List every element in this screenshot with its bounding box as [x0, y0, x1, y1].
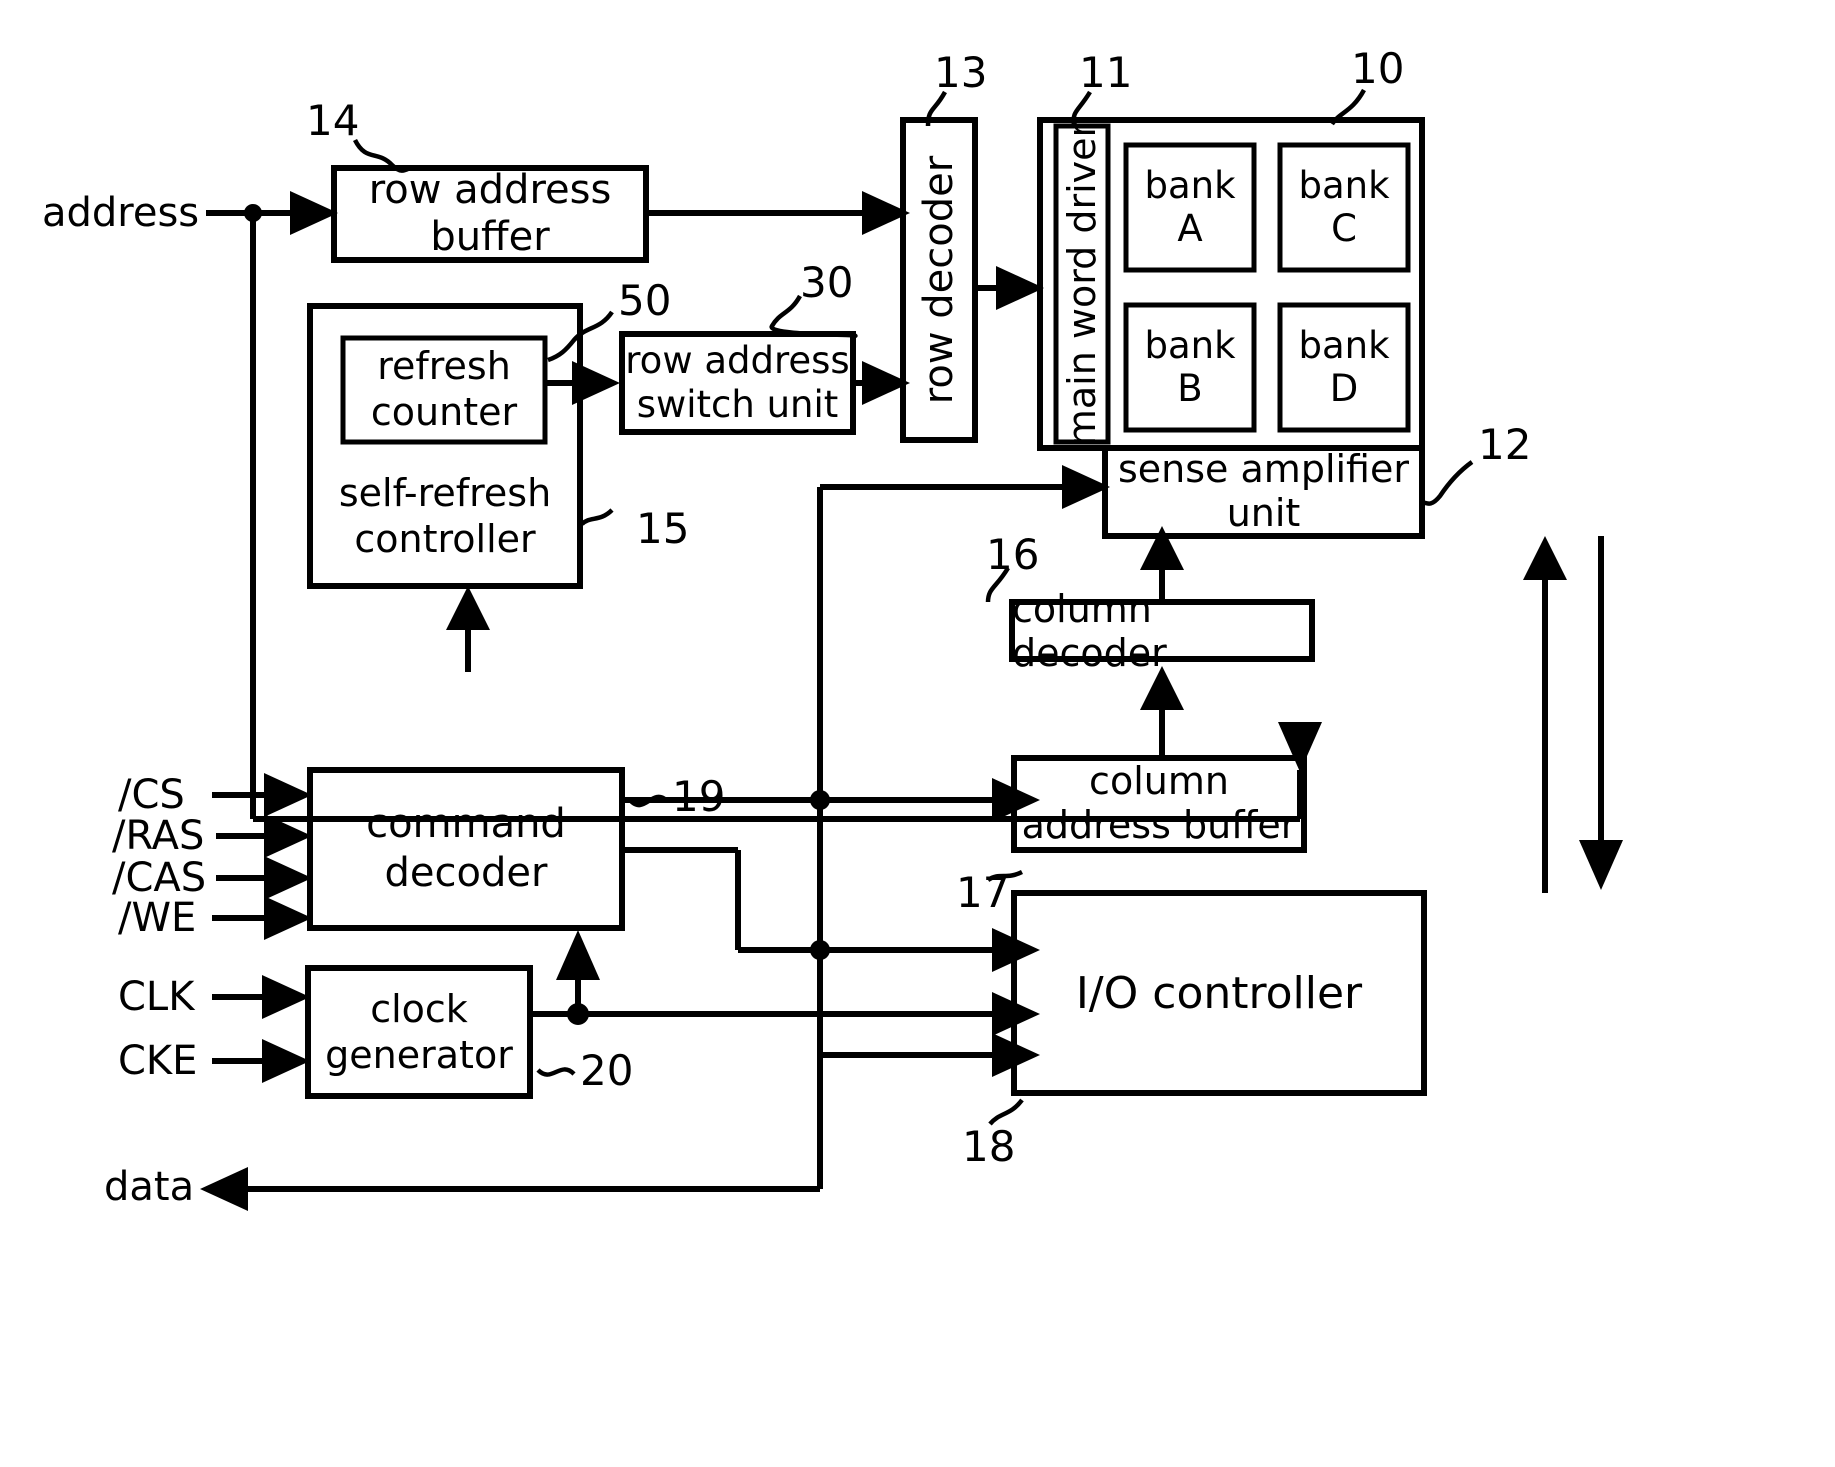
label-row-address-buffer: row address buffer: [368, 166, 612, 260]
label-command-decoder: command decoder: [366, 801, 566, 896]
signal-label-clk: CLK: [118, 974, 195, 1020]
ref-num-17: 17: [956, 868, 1010, 917]
ref-num-11: 11: [1079, 48, 1133, 97]
ref-num-20: 20: [580, 1046, 634, 1095]
signal-label-we: /WE: [118, 895, 197, 941]
arrowhead-data-out: [200, 1167, 248, 1211]
arrowhead-clk: [262, 975, 310, 1019]
ref-num-12: 12: [1478, 420, 1532, 469]
arrowhead-clock-to-command-decoder: [556, 930, 600, 980]
label-bank-c: bank C: [1298, 163, 1390, 250]
signal-label-cke: CKE: [118, 1038, 198, 1084]
signal-label-data: data: [104, 1164, 195, 1210]
label-self-refresh-controller: self-refresh controller: [338, 471, 552, 561]
arrowhead-senseamp-write-down: [1579, 840, 1623, 890]
label-bank-a: bank A: [1144, 163, 1236, 250]
arrowhead-rowdecoder-to-mwd: [996, 266, 1044, 310]
arrowhead-cke: [262, 1039, 310, 1083]
arrowhead-we: [264, 896, 312, 940]
label-bank-b: bank B: [1144, 323, 1236, 410]
ref-num-19: 19: [672, 772, 726, 821]
leader-20: [536, 1067, 576, 1077]
label-column-address-buffer: column address buffer: [1021, 759, 1297, 847]
ref-num-50: 50: [618, 276, 672, 325]
label-refresh-counter: refresh counter: [370, 344, 518, 434]
signal-label-address: address: [42, 190, 200, 236]
ref-num-18: 18: [962, 1122, 1016, 1171]
label-bank-d: bank D: [1298, 323, 1390, 410]
signal-label-cs: /CS: [118, 772, 185, 818]
leader-18: [988, 1098, 1024, 1126]
label-clock-generator: clock generator: [325, 986, 513, 1077]
arrowhead-address-to-selfrefresh: [446, 586, 490, 630]
label-io-controller: I/O controller: [1075, 967, 1363, 1019]
arrowhead-cs: [264, 773, 312, 817]
label-row-address-switch-unit: row address switch unit: [625, 339, 850, 426]
wire-clockgen-output: [530, 970, 1010, 1017]
junction-dot-address: [244, 204, 262, 222]
arrowhead-cas: [264, 856, 312, 900]
ref-num-15: 15: [636, 504, 690, 553]
ref-num-13: 13: [934, 48, 988, 97]
leader-15: [580, 508, 614, 526]
label-sense-amplifier-unit: sense amplifier unit: [1118, 447, 1409, 535]
junction-dot-command-bus-lower: [810, 940, 830, 960]
label-row-decoder: row decoder: [916, 155, 963, 405]
signal-label-ras: /RAS: [112, 813, 205, 859]
leader-12: [1421, 460, 1474, 506]
label-column-decoder: column decoder: [1012, 586, 1167, 675]
ref-num-14: 14: [306, 96, 360, 145]
dram-block-diagram: { "diagram": { "title": "DRAM block diag…: [0, 0, 1835, 1467]
arrowhead-address-to-row-buffer: [290, 191, 338, 235]
ref-num-10: 10: [1351, 44, 1405, 93]
label-main-word-driver: main word driver: [1060, 121, 1104, 447]
ref-num-30: 30: [800, 258, 854, 307]
junction-dot-clock: [567, 1003, 589, 1025]
arrowhead-senseamp-read-up: [1523, 536, 1567, 580]
ref-num-16: 16: [986, 530, 1040, 579]
